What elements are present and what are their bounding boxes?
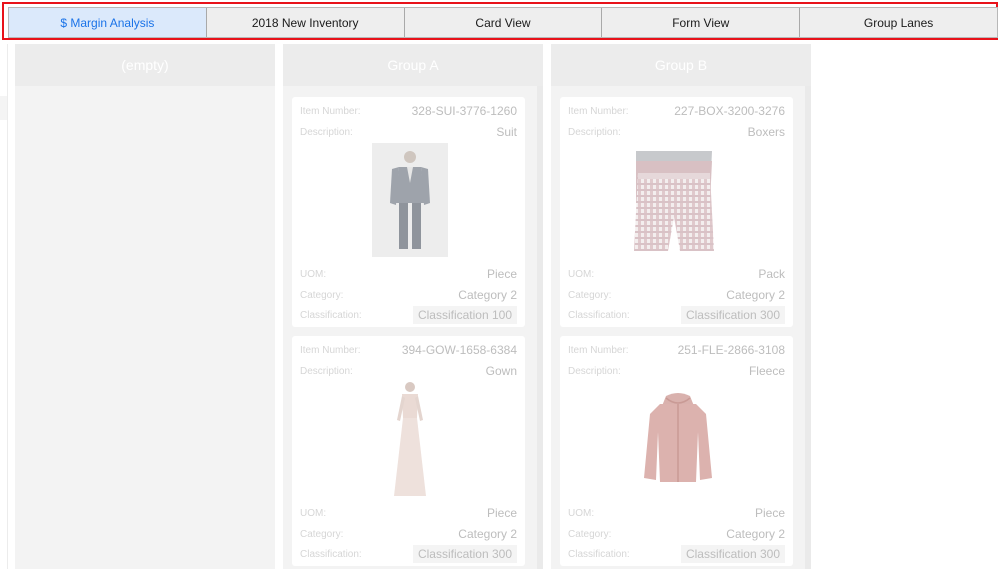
- uom-value: Piece: [486, 506, 517, 520]
- lane-header: Group A: [283, 44, 543, 86]
- category-row: Category: Category 2: [568, 286, 785, 304]
- item-number-row: Item Number: 394-GOW-1658-6384: [300, 341, 517, 359]
- lane-scrollbar[interactable]: [537, 86, 543, 569]
- lane-body: [15, 86, 275, 569]
- item-card[interactable]: Item Number: 251-FLE-2866-3108 Descripti…: [560, 336, 793, 566]
- category-value: Category 2: [726, 288, 785, 302]
- category-value: Category 2: [458, 527, 517, 541]
- tab-bar: $ Margin Analysis 2018 New Inventory Car…: [0, 0, 1000, 44]
- classification-label: Classification:: [300, 548, 362, 560]
- lane-header: (empty): [15, 44, 275, 86]
- item-number-value: 328-SUI-3776-1260: [411, 104, 517, 118]
- classification-value: Classification 100: [412, 306, 517, 324]
- description-row: Description: Fleece: [568, 362, 785, 380]
- uom-row: UOM: Piece: [568, 504, 785, 522]
- item-number-row: Item Number: 227-BOX-3200-3276: [568, 102, 785, 120]
- description-value: Boxers: [747, 125, 785, 139]
- uom-value: Piece: [486, 267, 517, 281]
- item-card[interactable]: Item Number: 328-SUI-3776-1260 Descripti…: [292, 97, 525, 327]
- fleece-image: [644, 393, 712, 482]
- category-value: Category 2: [458, 288, 517, 302]
- collapse-handle[interactable]: [0, 96, 7, 120]
- uom-value: Pack: [758, 267, 785, 281]
- description-value: Fleece: [748, 364, 785, 378]
- lane-scrollbar[interactable]: [805, 86, 811, 569]
- description-row: Description: Gown: [300, 362, 517, 380]
- item-card[interactable]: Item Number: 227-BOX-3200-3276 Descripti…: [560, 97, 793, 327]
- uom-row: UOM: Piece: [300, 504, 517, 522]
- category-row: Category: Category 2: [568, 525, 785, 543]
- classification-value: Classification 300: [680, 306, 785, 324]
- item-number-row: Item Number: 251-FLE-2866-3108: [568, 341, 785, 359]
- uom-value: Piece: [754, 506, 785, 520]
- description-label: Description:: [300, 126, 353, 138]
- item-number-label: Item Number:: [568, 344, 629, 356]
- left-edge: [0, 44, 10, 569]
- view-tabs: $ Margin Analysis 2018 New Inventory Car…: [8, 7, 998, 38]
- item-number-value: 251-FLE-2866-3108: [677, 343, 785, 357]
- category-row: Category: Category 2: [300, 525, 517, 543]
- item-number-value: 394-GOW-1658-6384: [401, 343, 517, 357]
- lane-group-a: Group A Item Number: 328-SUI-3776-1260 D…: [283, 44, 543, 569]
- classification-label: Classification:: [568, 309, 630, 321]
- description-row: Description: Suit: [300, 123, 517, 141]
- category-value: Category 2: [726, 527, 785, 541]
- description-label: Description:: [568, 365, 621, 377]
- tab-group-lanes[interactable]: Group Lanes: [800, 8, 997, 37]
- tab-card-view[interactable]: Card View: [404, 8, 603, 37]
- uom-row: UOM: Piece: [300, 265, 517, 283]
- item-card[interactable]: Item Number: 394-GOW-1658-6384 Descripti…: [292, 336, 525, 566]
- suit-image: [372, 143, 448, 257]
- description-value: Suit: [496, 125, 517, 139]
- item-number-value: 227-BOX-3200-3276: [674, 104, 785, 118]
- tab-margin-analysis[interactable]: $ Margin Analysis: [9, 8, 207, 37]
- tab-2018-new-inventory[interactable]: 2018 New Inventory: [206, 8, 405, 37]
- category-label: Category:: [568, 528, 612, 540]
- uom-label: UOM:: [568, 507, 595, 519]
- lane-group-b: Group B Item Number: 227-BOX-3200-3276 D…: [551, 44, 811, 569]
- item-number-label: Item Number:: [300, 105, 361, 117]
- boxers-image: [634, 151, 714, 251]
- classification-label: Classification:: [300, 309, 362, 321]
- classification-value: Classification 300: [680, 545, 785, 563]
- divider: [7, 44, 8, 569]
- tab-form-view[interactable]: Form View: [602, 8, 801, 37]
- classification-row: Classification: Classification 300: [568, 545, 785, 563]
- gown-image: [394, 382, 426, 496]
- description-label: Description:: [568, 126, 621, 138]
- description-value: Gown: [485, 364, 517, 378]
- classification-row: Classification: Classification 300: [300, 545, 517, 563]
- uom-label: UOM:: [300, 268, 327, 280]
- category-label: Category:: [300, 289, 344, 301]
- lane-header: Group B: [551, 44, 811, 86]
- uom-label: UOM:: [300, 507, 327, 519]
- description-label: Description:: [300, 365, 353, 377]
- item-number-label: Item Number:: [568, 105, 629, 117]
- classification-row: Classification: Classification 300: [568, 306, 785, 324]
- description-row: Description: Boxers: [568, 123, 785, 141]
- item-number-label: Item Number:: [300, 344, 361, 356]
- category-label: Category:: [300, 528, 344, 540]
- uom-row: UOM: Pack: [568, 265, 785, 283]
- lane-empty: (empty): [15, 44, 275, 569]
- classification-row: Classification: Classification 100: [300, 306, 517, 324]
- item-number-row: Item Number: 328-SUI-3776-1260: [300, 102, 517, 120]
- classification-value: Classification 300: [412, 545, 517, 563]
- category-label: Category:: [568, 289, 612, 301]
- category-row: Category: Category 2: [300, 286, 517, 304]
- classification-label: Classification:: [568, 548, 630, 560]
- uom-label: UOM:: [568, 268, 595, 280]
